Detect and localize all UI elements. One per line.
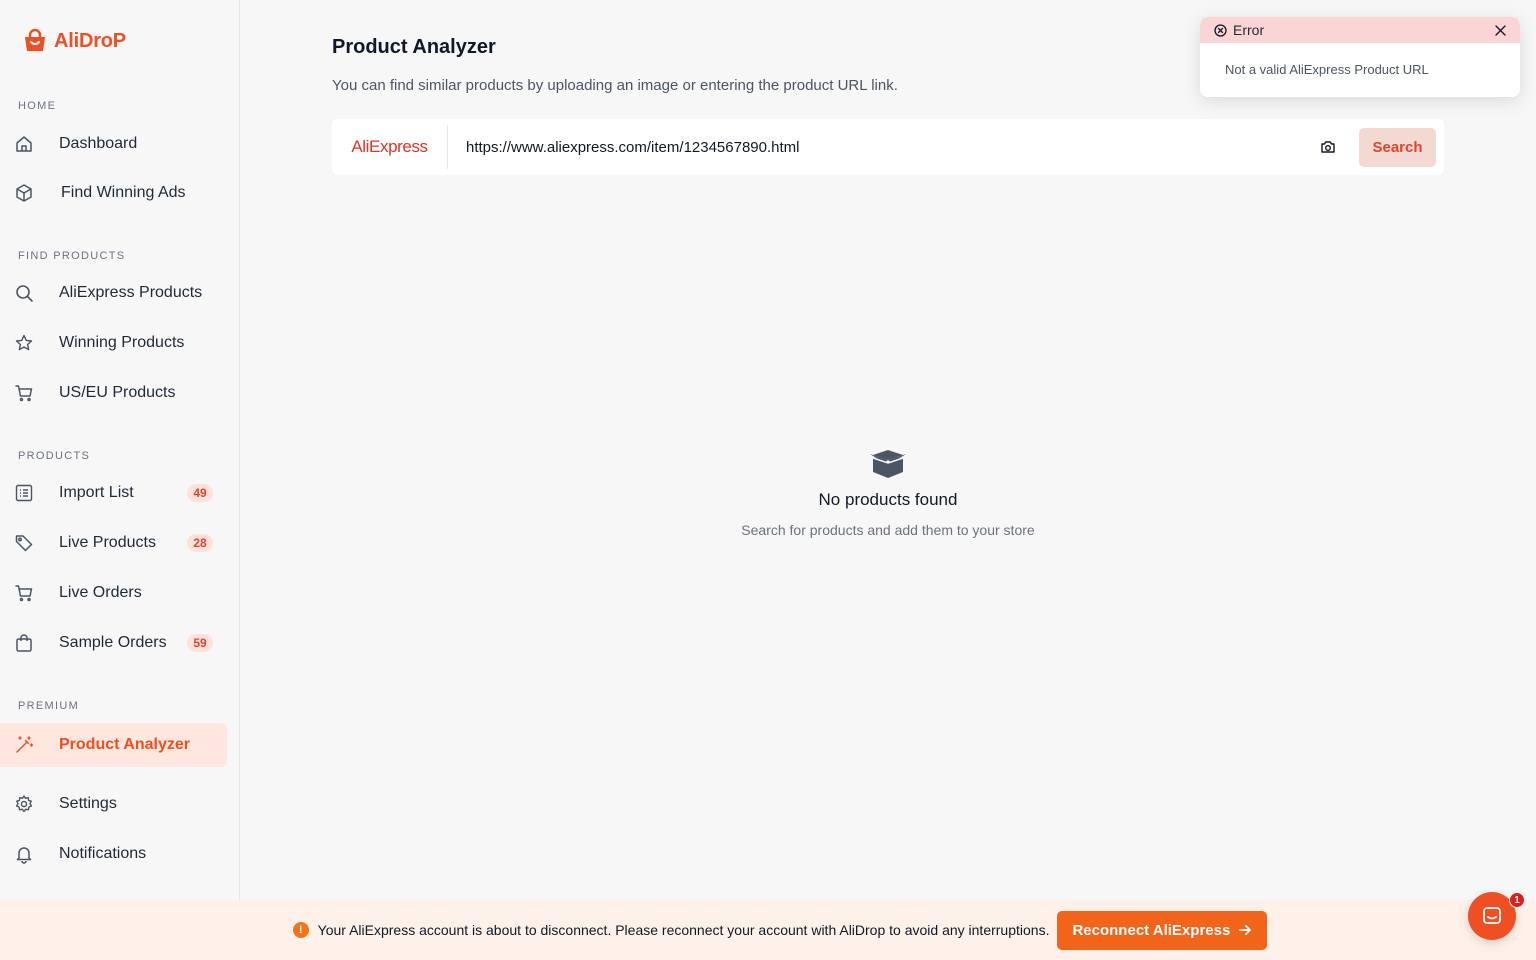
- section-label-home: HOME: [18, 100, 57, 112]
- reconnect-aliexpress-button[interactable]: Reconnect AliExpress: [1057, 910, 1268, 950]
- empty-state-title: No products found: [818, 490, 958, 509]
- search-button[interactable]: Search: [1359, 127, 1436, 167]
- sidebar-item-label: AliExpress Products: [59, 284, 203, 301]
- reconnect-banner: ! Your AliExpress account is about to di…: [0, 900, 1536, 960]
- count-badge: 49: [187, 484, 213, 502]
- app-name: AliDroP: [54, 29, 126, 52]
- toast-message: Not a valid AliExpress Product URL: [1225, 62, 1429, 77]
- product-url-input[interactable]: [448, 127, 1313, 167]
- toast-close-button[interactable]: [1492, 22, 1508, 38]
- section-label-products: PRODUCTS: [18, 450, 91, 462]
- aliexpress-logo: AliExpress: [332, 125, 448, 169]
- app-logo[interactable]: AliDroP: [22, 28, 126, 54]
- sidebar-item-label: US/EU Products: [59, 384, 176, 401]
- sidebar-item-label: Notifications: [59, 845, 147, 862]
- sidebar-item-label: Dashboard: [59, 135, 138, 152]
- count-badge: 59: [187, 634, 213, 652]
- count-badge: 28: [187, 534, 213, 552]
- sidebar-item-import-list[interactable]: Import List 49: [0, 471, 227, 515]
- error-circle-icon: [1214, 23, 1227, 37]
- empty-state-subtitle: Search for products and add them to your…: [741, 522, 1035, 538]
- close-icon: [1494, 24, 1506, 36]
- camera-upload-button[interactable]: [1313, 132, 1343, 162]
- sidebar-item-label: Live Orders: [59, 584, 142, 601]
- sidebar-item-live-orders[interactable]: Live Orders: [0, 571, 227, 615]
- source-logo-text: AliExpress: [351, 137, 428, 156]
- chat-unread-badge: 1: [1509, 892, 1525, 908]
- sidebar-item-live-products[interactable]: Live Products 28: [0, 521, 227, 565]
- sidebar-item-dashboard[interactable]: Dashboard: [0, 122, 227, 166]
- tag-icon: [14, 533, 34, 553]
- section-label-find-products: FIND PRODUCTS: [18, 250, 126, 262]
- page-subtitle: You can find similar products by uploadi…: [332, 77, 898, 94]
- page-title: Product Analyzer: [332, 36, 496, 58]
- sidebar-item-label: Sample Orders: [59, 634, 167, 651]
- warning-icon: !: [292, 922, 309, 938]
- error-toast: Error Not a valid AliExpress Product URL: [1200, 17, 1520, 97]
- cube-icon: [14, 183, 34, 203]
- list-icon: [14, 483, 34, 503]
- search-icon: [14, 283, 34, 303]
- cart-icon: [14, 583, 34, 603]
- sidebar-item-product-analyzer[interactable]: Product Analyzer: [0, 723, 227, 767]
- gear-icon: [14, 794, 34, 814]
- reconnect-button-label: Reconnect AliExpress: [1072, 921, 1231, 939]
- sidebar-item-winning-products[interactable]: Winning Products: [0, 321, 227, 365]
- cart-icon: [14, 383, 34, 403]
- bell-icon: [14, 844, 34, 864]
- section-label-premium: PREMIUM: [18, 700, 80, 712]
- bag-icon: [14, 633, 34, 653]
- magic-wand-icon: [14, 735, 34, 755]
- home-icon: [14, 134, 34, 154]
- chat-icon: [1483, 907, 1501, 924]
- sidebar-item-label: Settings: [59, 795, 117, 812]
- arrow-right-icon: [1239, 925, 1252, 935]
- camera-icon: [1321, 141, 1335, 153]
- product-url-search-bar: AliExpress Search: [332, 119, 1444, 175]
- sidebar-item-label: Product Analyzer: [59, 736, 190, 753]
- sidebar-item-label: Import List: [59, 484, 134, 501]
- sidebar-item-notifications[interactable]: Notifications: [0, 832, 227, 876]
- sidebar-item-label: Winning Products: [59, 334, 185, 351]
- sidebar: AliDroP HOME Dashboard Find Winning Ads …: [0, 0, 240, 960]
- sidebar-item-find-winning-ads[interactable]: Find Winning Ads: [0, 171, 227, 215]
- sidebar-item-label: Find Winning Ads: [61, 184, 186, 201]
- open-box-icon: [700, 448, 1076, 480]
- sidebar-item-label: Live Products: [59, 534, 156, 551]
- sidebar-item-us-eu-products[interactable]: US/EU Products: [0, 371, 227, 415]
- toast-header: Error: [1200, 17, 1520, 43]
- shopping-bag-logo-icon: [25, 28, 45, 51]
- sidebar-item-settings[interactable]: Settings: [0, 782, 227, 826]
- toast-title: Error: [1233, 22, 1265, 38]
- sidebar-item-sample-orders[interactable]: Sample Orders 59: [0, 621, 227, 665]
- banner-message: Your AliExpress account is about to disc…: [317, 922, 1050, 938]
- sidebar-item-aliexpress-products[interactable]: AliExpress Products: [0, 271, 227, 315]
- star-icon: [14, 333, 34, 353]
- empty-state: No products found Search for products an…: [700, 448, 1076, 538]
